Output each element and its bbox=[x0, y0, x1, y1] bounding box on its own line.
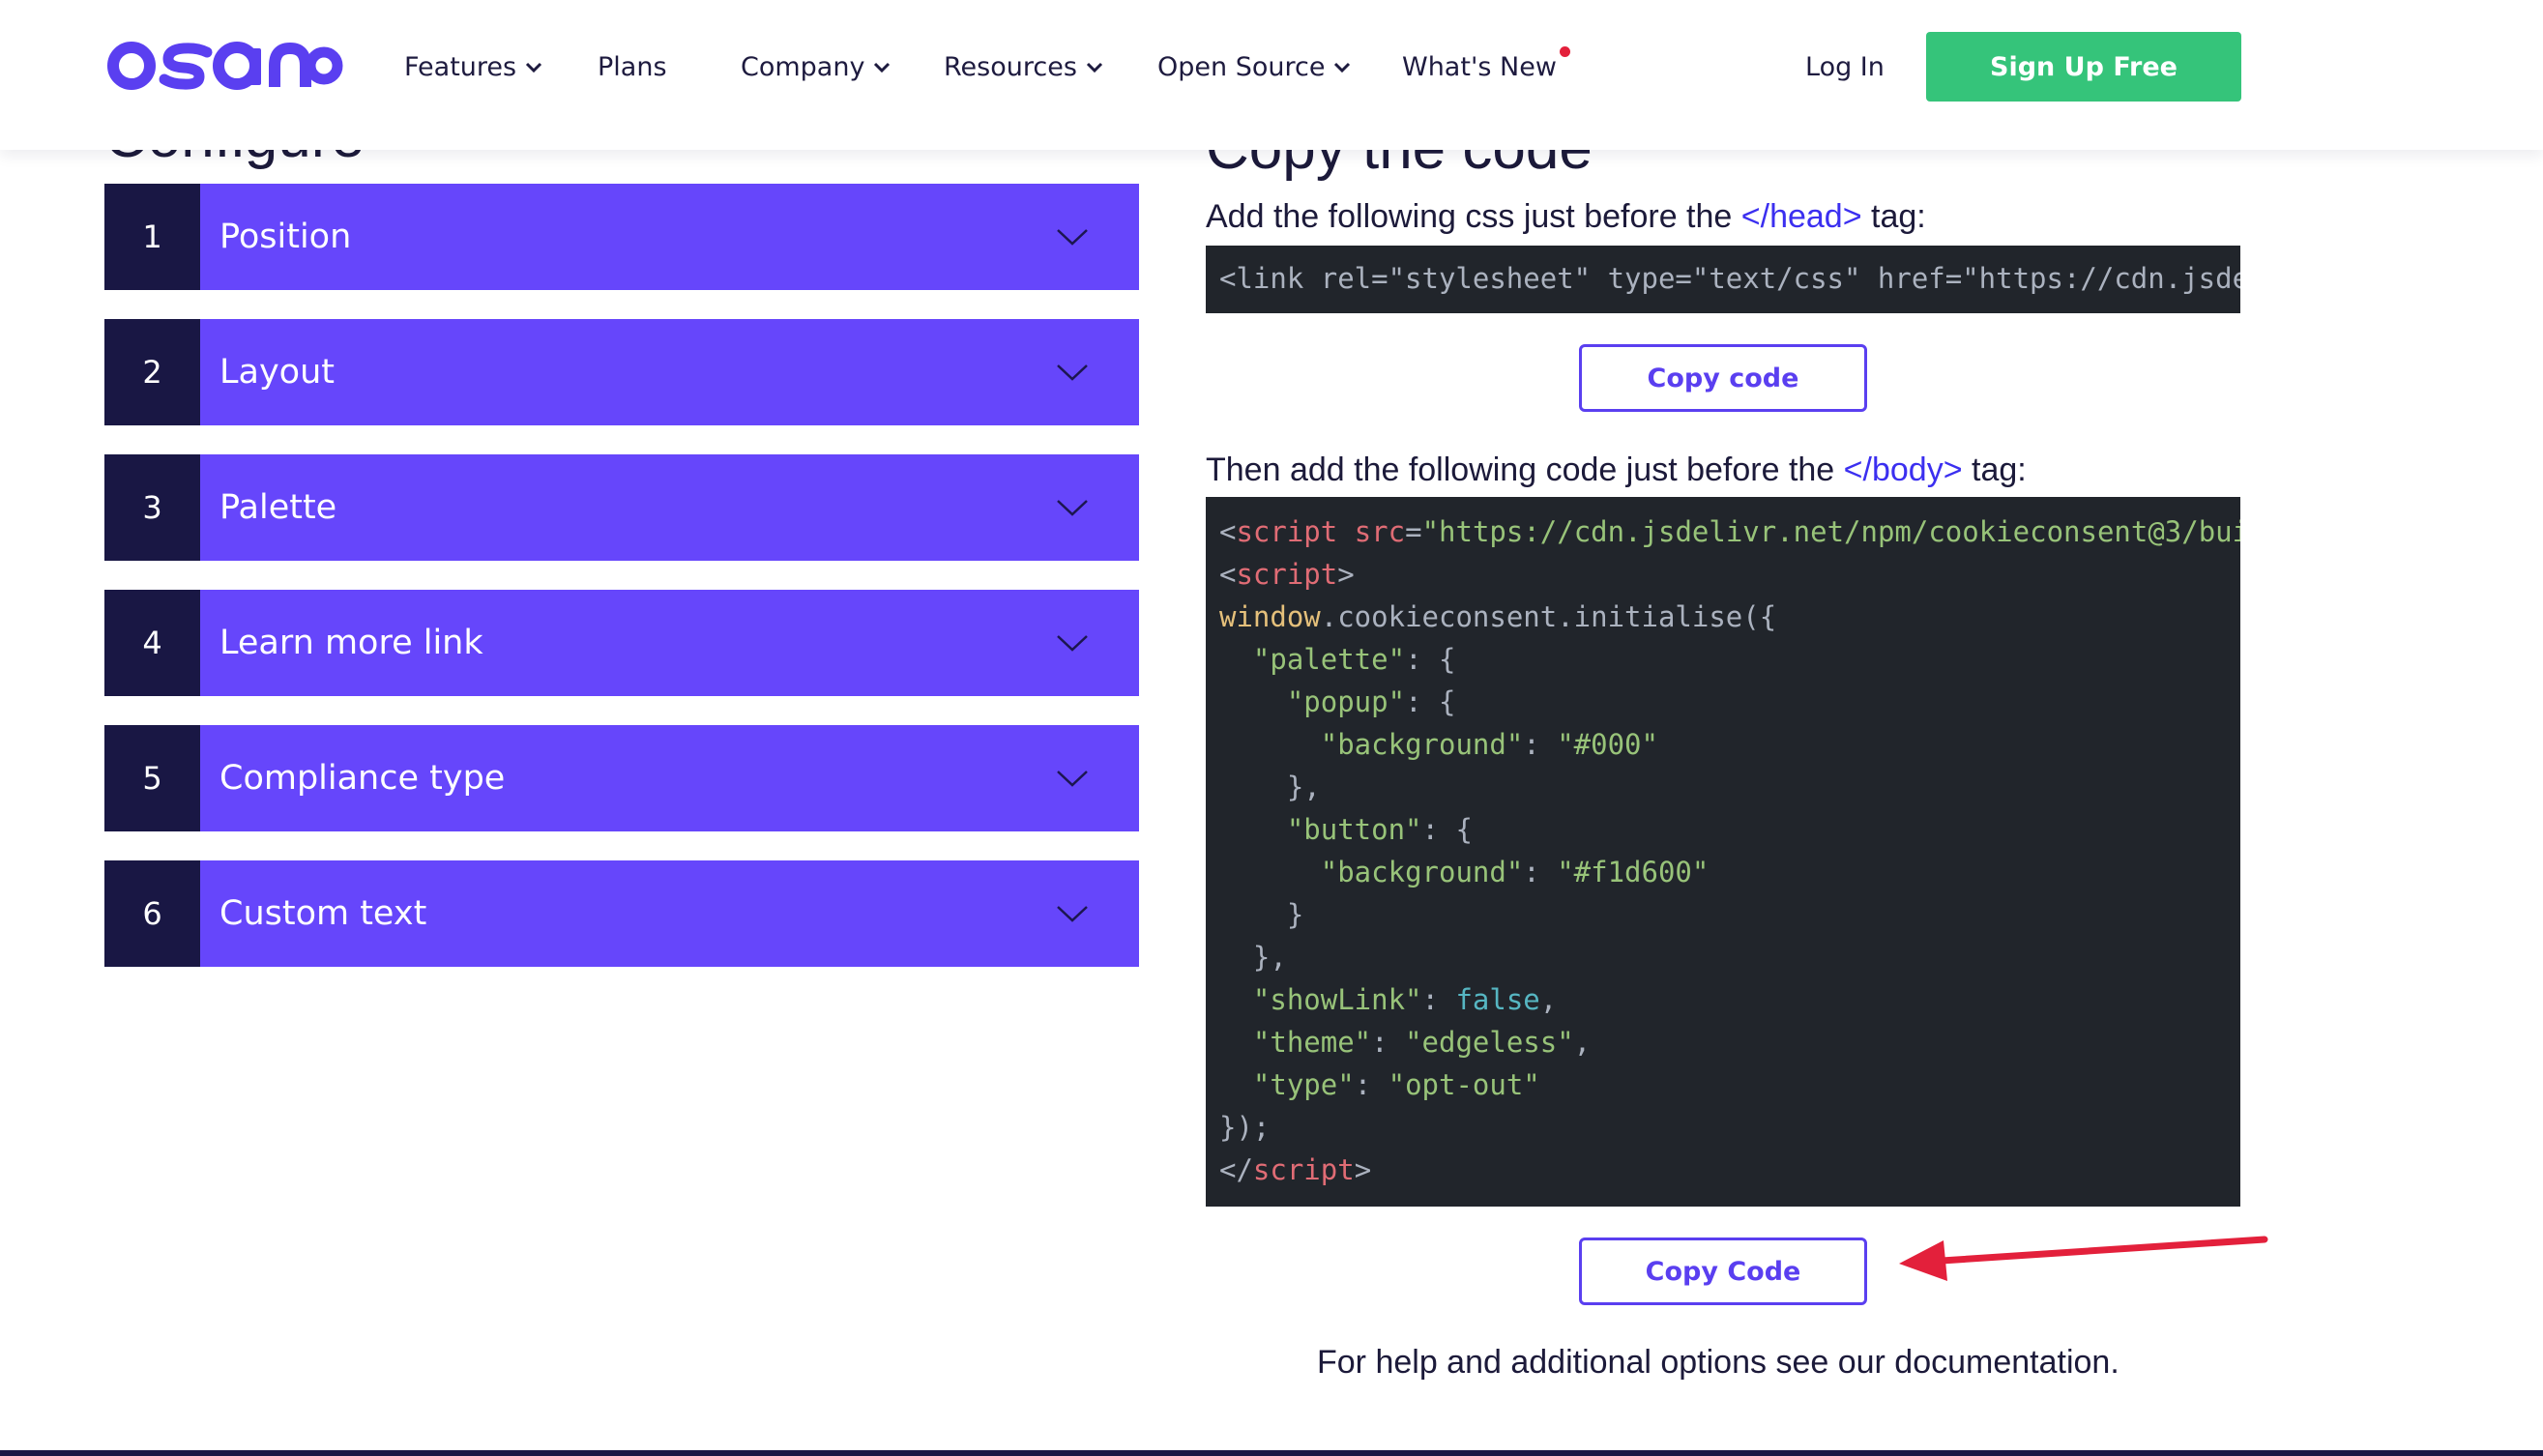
chevron-down-icon bbox=[1057, 500, 1088, 516]
step-label: Position bbox=[219, 218, 352, 256]
site-header: Features Plans Company Resources Open So… bbox=[0, 0, 2543, 150]
code-line-3: window.cookieconsent.initialise({ bbox=[1219, 600, 1777, 633]
nav-plans-label: Plans bbox=[598, 52, 667, 82]
nav-resources[interactable]: Resources bbox=[944, 48, 1104, 87]
chevron-down-icon bbox=[874, 62, 891, 73]
code-line-1: <script src="https://cdn.jsdelivr.net/np… bbox=[1219, 515, 2240, 548]
code-line-6: "background": "#000" bbox=[1320, 728, 1658, 761]
code-line-11: }, bbox=[1252, 941, 1287, 974]
nav-company-label: Company bbox=[741, 52, 865, 82]
login-link[interactable]: Log In bbox=[1805, 48, 1885, 87]
body-tag-link: </body> bbox=[1843, 451, 1963, 488]
step-label: Palette bbox=[219, 488, 337, 527]
step-learn-more-link[interactable]: 4 Learn more link bbox=[104, 590, 1139, 696]
step-custom-text[interactable]: 6 Custom text bbox=[104, 860, 1139, 967]
step-number: 1 bbox=[104, 184, 200, 290]
signup-button[interactable]: Sign Up Free bbox=[1926, 32, 2241, 102]
code-line-7: }, bbox=[1286, 771, 1321, 803]
chevron-down-icon bbox=[1057, 771, 1088, 787]
code-line-10: } bbox=[1286, 898, 1304, 931]
nav-resources-label: Resources bbox=[944, 52, 1077, 82]
step-number: 5 bbox=[104, 725, 200, 831]
step-number: 2 bbox=[104, 319, 200, 425]
nav-company[interactable]: Company bbox=[741, 48, 892, 87]
body-instruction-text: Then add the following code just before … bbox=[1206, 451, 1844, 488]
code-line-13: "theme": "edgeless", bbox=[1252, 1026, 1592, 1059]
css-instruction-suffix: tag: bbox=[1861, 198, 1926, 235]
css-code-block[interactable]: <link rel="stylesheet" type="text/css" h… bbox=[1206, 246, 2240, 313]
nav-open-source-label: Open Source bbox=[1157, 52, 1326, 82]
code-line-9: "background": "#f1d600" bbox=[1320, 856, 1710, 888]
nav-plans[interactable]: Plans bbox=[598, 48, 667, 87]
js-code-block[interactable]: <script src="https://cdn.jsdelivr.net/np… bbox=[1206, 497, 2240, 1207]
code-line-4: "palette": { bbox=[1252, 643, 1456, 676]
nav-whats-new-label: What's New bbox=[1402, 46, 1570, 87]
chevron-down-icon bbox=[1057, 229, 1088, 246]
chevron-down-icon bbox=[1057, 364, 1088, 381]
body-instruction: Then add the following code just before … bbox=[1206, 451, 2027, 489]
new-indicator-dot bbox=[1559, 46, 1570, 57]
body-instruction-suffix: tag: bbox=[1962, 451, 2027, 488]
step-number: 3 bbox=[104, 454, 200, 561]
nav-features-label: Features bbox=[404, 52, 517, 82]
code-line-12: "showLink": false, bbox=[1252, 983, 1558, 1016]
chevron-down-icon bbox=[526, 62, 542, 73]
step-palette[interactable]: 3 Palette bbox=[104, 454, 1139, 561]
code-line-8: "button": { bbox=[1286, 813, 1473, 846]
nav-open-source[interactable]: Open Source bbox=[1157, 48, 1352, 87]
copy-css-button[interactable]: Copy code bbox=[1579, 344, 1867, 412]
css-instruction-text: Add the following css just before the bbox=[1206, 198, 1741, 235]
head-tag-link: </head> bbox=[1740, 198, 1862, 235]
step-position[interactable]: 1 Position bbox=[104, 184, 1139, 290]
chevron-down-icon bbox=[1057, 906, 1088, 922]
login-label: Log In bbox=[1805, 52, 1885, 82]
code-line-5: "popup": { bbox=[1286, 685, 1456, 718]
step-label: Custom text bbox=[219, 894, 427, 933]
code-line-15: }); bbox=[1219, 1111, 1271, 1144]
nav-features[interactable]: Features bbox=[404, 48, 543, 87]
copy-js-button[interactable]: Copy Code bbox=[1579, 1238, 1867, 1305]
chevron-down-icon bbox=[1057, 635, 1088, 652]
chevron-down-icon bbox=[1334, 62, 1351, 73]
css-instruction: Add the following css just before the </… bbox=[1206, 198, 1926, 236]
step-label: Learn more link bbox=[219, 624, 483, 662]
annotation-arrow-icon bbox=[1899, 1236, 2268, 1281]
css-code-line: <link rel="stylesheet" type="text/css" h… bbox=[1219, 262, 2240, 295]
step-label: Layout bbox=[219, 353, 335, 392]
help-text: For help and additional options see our … bbox=[1317, 1344, 2119, 1381]
nav-whats-new[interactable]: What's New bbox=[1402, 46, 1570, 87]
nav-whats-new-text: What's New bbox=[1402, 52, 1557, 82]
step-number: 4 bbox=[104, 590, 200, 696]
footer-divider bbox=[0, 1450, 2543, 1456]
step-label: Compliance type bbox=[219, 759, 506, 798]
step-number: 6 bbox=[104, 860, 200, 967]
step-compliance-type[interactable]: 5 Compliance type bbox=[104, 725, 1139, 831]
chevron-down-icon bbox=[1086, 62, 1102, 73]
osano-logo[interactable] bbox=[106, 39, 343, 93]
code-line-2: <script> bbox=[1219, 558, 1355, 591]
code-line-14: "type": "opt-out" bbox=[1252, 1068, 1540, 1101]
step-layout[interactable]: 2 Layout bbox=[104, 319, 1139, 425]
code-line-16: </script> bbox=[1219, 1153, 1372, 1186]
